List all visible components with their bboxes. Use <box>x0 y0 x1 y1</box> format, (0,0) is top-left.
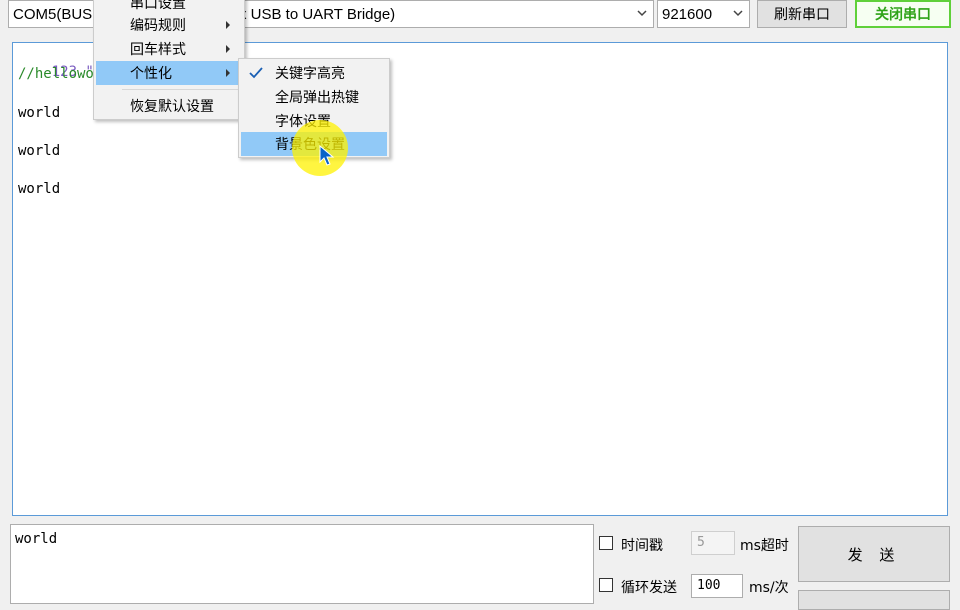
menu-item-global-hotkey[interactable]: 全局弹出热键 <box>241 85 387 109</box>
menu-item-keyword-highlight[interactable]: 关键字高亮 <box>241 61 387 85</box>
menu-item-label: 关键字高亮 <box>275 66 345 82</box>
menu-item-personalize[interactable]: 个性化 <box>96 61 242 85</box>
menu-item-label: 全局弹出热键 <box>275 90 359 106</box>
submenu-arrow-icon <box>226 21 230 29</box>
close-port-button[interactable]: 关闭串口 <box>855 0 951 28</box>
send-input-text: world <box>15 531 58 547</box>
menu-item-newline-style[interactable]: 回车样式 <box>96 37 242 61</box>
receive-line-2: //hellowo <box>18 66 94 82</box>
submenu-arrow-icon <box>226 45 230 53</box>
menu-item-label: 恢复默认设置 <box>130 99 214 115</box>
menu-item-label: 个性化 <box>130 66 172 82</box>
receive-line-5: world <box>18 181 61 197</box>
secondary-button[interactable] <box>798 590 950 610</box>
menu-item-label: 串口设置 <box>130 0 186 12</box>
menu-item-label: 回车样式 <box>130 42 186 58</box>
timestamp-checkbox[interactable] <box>599 536 613 550</box>
port-select-value-left: COM5(BUS <box>13 5 93 23</box>
send-button[interactable]: 发 送 <box>798 526 950 582</box>
port-select-value-right: x USB to UART Bridge) <box>239 5 396 23</box>
context-menu: 串口设置 编码规则 回车样式 个性化 恢复默认设置 <box>93 0 245 120</box>
mouse-cursor-icon <box>319 145 335 166</box>
submenu-arrow-icon <box>226 69 230 77</box>
check-icon <box>249 67 263 79</box>
receive-line-4: world <box>18 143 61 159</box>
menu-separator <box>122 89 242 90</box>
chevron-down-icon <box>637 10 647 17</box>
menu-item-encoding[interactable]: 编码规则 <box>96 13 242 37</box>
timeout-unit-label: ms超时 <box>740 538 789 554</box>
interval-unit-label: ms/次 <box>749 580 789 596</box>
loop-send-label: 循环发送 <box>621 580 677 596</box>
chevron-down-icon <box>733 10 743 17</box>
baud-select[interactable]: 921600 <box>657 0 750 28</box>
refresh-port-button[interactable]: 刷新串口 <box>757 0 847 28</box>
timestamp-label: 时间戳 <box>621 538 663 554</box>
baud-select-value: 921600 <box>662 5 713 23</box>
receive-line-3: world <box>18 105 61 121</box>
timeout-input[interactable]: 5 <box>691 531 735 555</box>
menu-item-restore-defaults[interactable]: 恢复默认设置 <box>96 94 242 118</box>
send-input[interactable]: world <box>10 524 594 604</box>
menu-item-label: 编码规则 <box>130 18 186 34</box>
loop-send-checkbox[interactable] <box>599 578 613 592</box>
interval-input[interactable]: 100 <box>691 574 743 598</box>
